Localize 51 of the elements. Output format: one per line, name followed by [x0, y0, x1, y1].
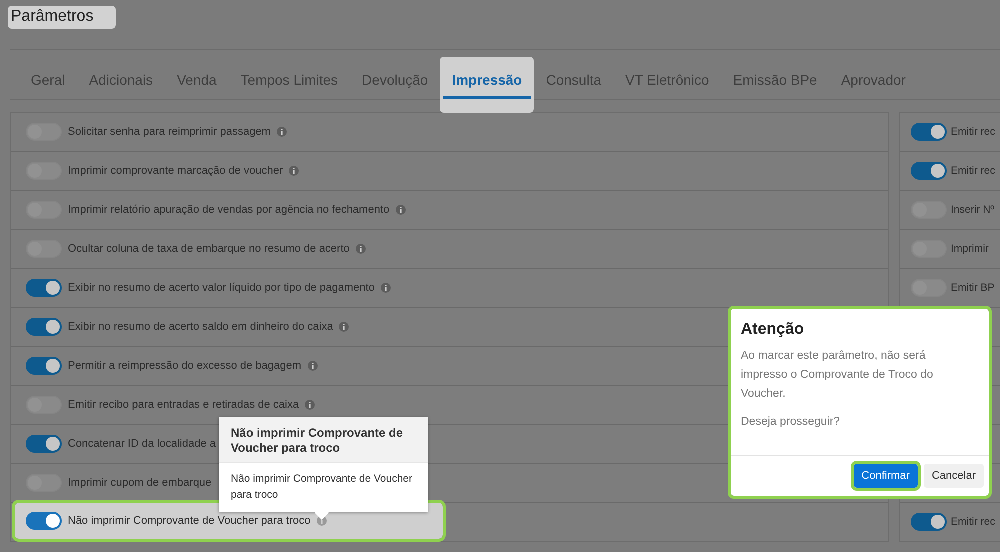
tab[interactable]: Emissão BPe — [721, 50, 830, 88]
toggle-switch[interactable] — [911, 513, 947, 531]
option-label: Emitir rec — [951, 126, 996, 138]
toggle-switch[interactable] — [26, 512, 62, 530]
option-label: Não imprimir Comprovante de Voucher para troco — [68, 515, 311, 527]
option-label: Emitir recibo para entradas e retiradas de caixa — [68, 399, 300, 411]
option-label: Inserir Nº — [951, 204, 995, 216]
option-label: Emitir BP — [951, 282, 995, 294]
toggle-switch[interactable] — [26, 435, 62, 453]
option-label: Imprimir — [951, 243, 989, 255]
page-title: Parâmetros — [8, 6, 116, 29]
tab[interactable]: Venda — [165, 50, 229, 88]
tab[interactable]: Tempos Limites — [228, 50, 350, 88]
option-label: Imprimir cupom de embarque — [68, 477, 212, 489]
tab[interactable]: Aprovador — [829, 50, 918, 88]
toggle-switch[interactable] — [26, 279, 62, 297]
tab[interactable]: Devolução — [350, 50, 440, 88]
info-icon[interactable] — [276, 127, 287, 137]
tab[interactable]: Adicionais — [77, 50, 166, 88]
option-label: Emitir rec — [951, 165, 996, 177]
option-label: Imprimir relatório apuração de vendas por agência no fechamento — [68, 204, 390, 216]
tab[interactable]: Consulta — [534, 50, 614, 88]
toggle-switch[interactable] — [911, 162, 947, 180]
option-label: Imprimir comprovante marcação de voucher — [68, 165, 284, 177]
dialog-title: Atenção — [740, 320, 806, 340]
option-label: Permitir a reimpressão do excesso de bagagem — [68, 360, 302, 372]
option-label: Exibir no resumo de acerto saldo em dinheiro do caixa — [68, 321, 334, 333]
info-icon[interactable] — [308, 361, 318, 371]
tab[interactable]: VT Eletrônico — [614, 50, 722, 88]
option-label: Solicitar senha para reimprimir passagem — [68, 126, 271, 138]
tooltip-text: Não imprimir Comprovante de Voucher para troco — [230, 472, 414, 503]
tooltip-title: Não imprimir Comprovante de Voucher para troco — [219, 417, 428, 463]
toggle-switch[interactable] — [26, 357, 62, 375]
info-icon[interactable] — [289, 166, 300, 176]
info-icon[interactable] — [380, 283, 391, 293]
info-icon[interactable] — [305, 400, 316, 410]
info-icon[interactable] — [339, 322, 350, 332]
toggle-switch[interactable] — [911, 123, 947, 141]
cancel-button[interactable]: Cancelar — [924, 464, 984, 488]
option-label: Concatenar ID da localidade a — [68, 438, 216, 450]
info-icon[interactable] — [356, 244, 366, 254]
tab[interactable]: Impressão — [440, 57, 534, 113]
tab[interactable]: Geral — [19, 50, 78, 88]
toggle-switch[interactable] — [26, 318, 62, 336]
option-label: Exibir no resumo de acerto valor líquido por tipo de pagamento — [68, 282, 375, 294]
dialog-question: Deseja prosseguir? — [740, 415, 842, 428]
option-label: Emitir rec — [951, 516, 996, 528]
info-icon[interactable] — [396, 205, 406, 215]
dialog-message: Ao marcar este parâmetro, não será impresso o Comprovante de Troco do Voucher. — [740, 349, 934, 402]
option-label: Ocultar coluna de taxa de embarque no resumo de acerto — [68, 243, 350, 255]
confirm-button[interactable]: Confirmar — [854, 464, 918, 488]
